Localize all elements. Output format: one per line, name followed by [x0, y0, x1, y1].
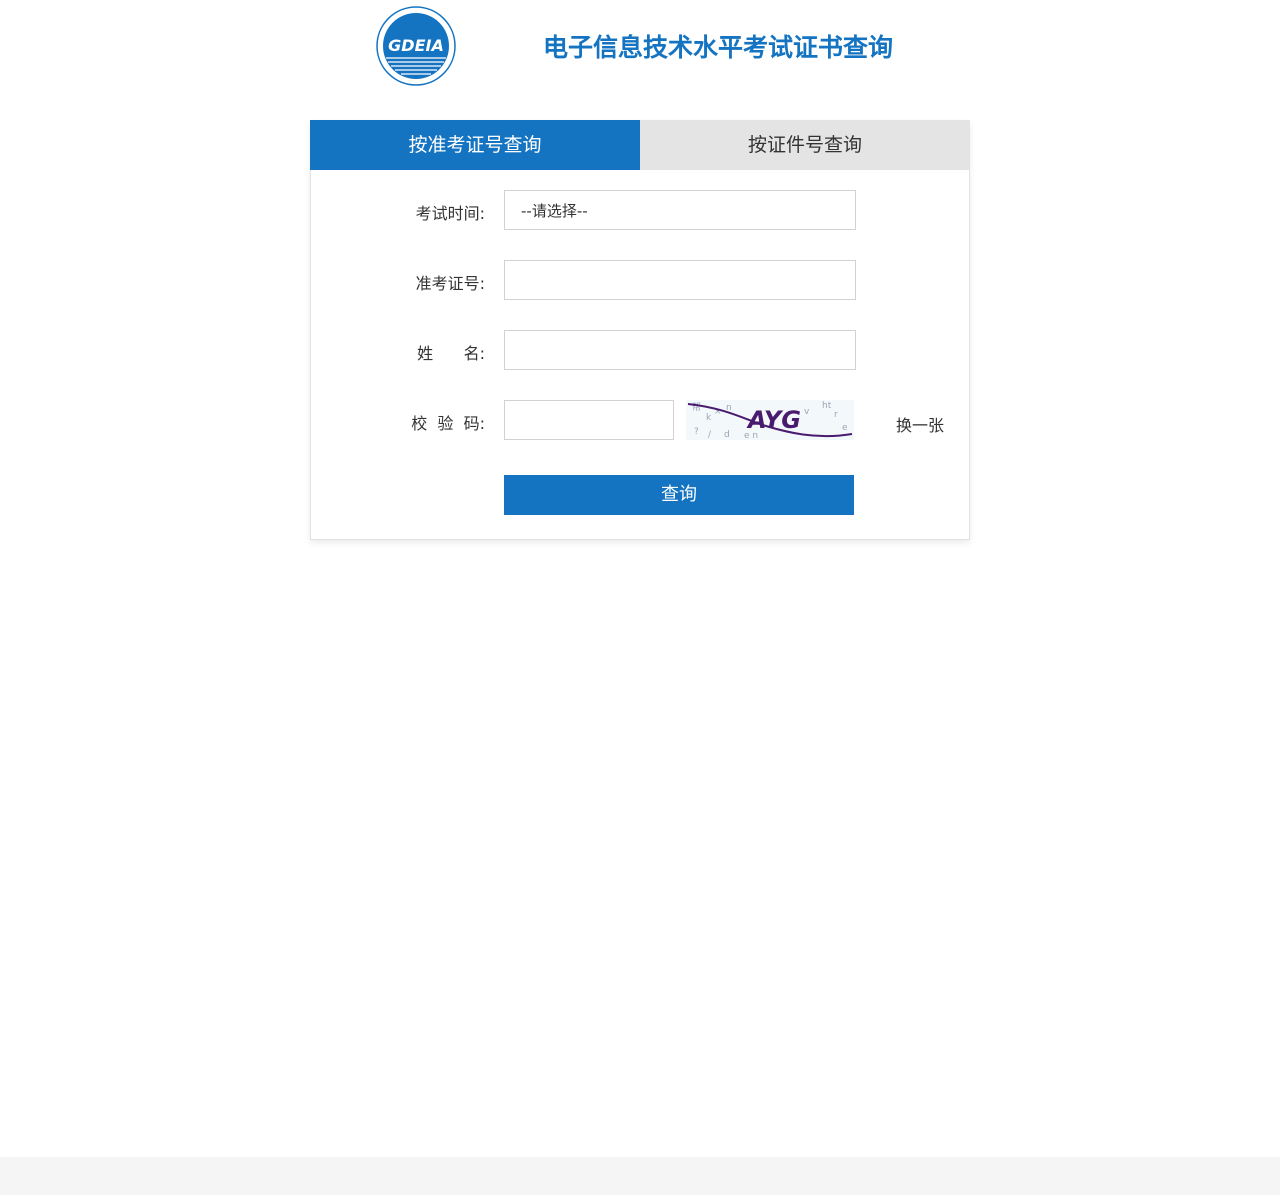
exam-time-select[interactable]: --请选择--	[504, 190, 856, 230]
tab-by-id-number[interactable]: 按证件号查询	[640, 120, 970, 170]
name-label: 姓 名:	[417, 344, 485, 363]
exam-time-selected-value: --请选择--	[521, 202, 588, 220]
svg-text:/: /	[708, 430, 712, 440]
refresh-captcha-link[interactable]: 换一张	[896, 412, 944, 436]
svg-text:帮: 帮	[692, 401, 701, 413]
svg-text:?: ?	[694, 427, 699, 437]
svg-text:e: e	[842, 423, 848, 433]
query-panel: 按准考证号查询 按证件号查询 考试时间: --请选择-- 准考证号: 姓 名: …	[310, 120, 970, 540]
captcha-label: 校 验 码:	[411, 414, 485, 433]
query-tabs: 按准考证号查询 按证件号查询	[310, 120, 970, 170]
header: GDEIA 电子信息技术水平考试证书查询	[0, 0, 1280, 100]
footer-bar	[0, 1157, 1280, 1195]
logo-text: GDEIA	[388, 36, 444, 55]
captcha-text: AYG	[746, 406, 801, 434]
ticket-number-input[interactable]	[505, 261, 855, 299]
captcha-input[interactable]	[505, 401, 673, 439]
tab-by-ticket-number[interactable]: 按准考证号查询	[310, 120, 640, 170]
name-field[interactable]	[504, 330, 856, 370]
ticket-number-field[interactable]	[504, 260, 856, 300]
svg-text:v: v	[804, 407, 810, 417]
svg-text:k: k	[706, 413, 712, 423]
svg-text:r: r	[834, 410, 838, 420]
svg-text:ht: ht	[822, 401, 832, 411]
svg-text:d: d	[724, 430, 730, 440]
page-title: 电子信息技术水平考试证书查询	[543, 33, 894, 62]
ticket-number-label: 准考证号:	[415, 274, 485, 293]
captcha-field[interactable]	[504, 400, 674, 440]
gdeia-logo: GDEIA	[376, 6, 456, 86]
exam-time-label: 考试时间:	[415, 204, 485, 223]
captcha-image[interactable]: 帮 k × n ? / d e n ht r v e AYG	[686, 400, 854, 440]
name-input[interactable]	[505, 331, 855, 369]
query-button[interactable]: 查询	[504, 475, 854, 515]
